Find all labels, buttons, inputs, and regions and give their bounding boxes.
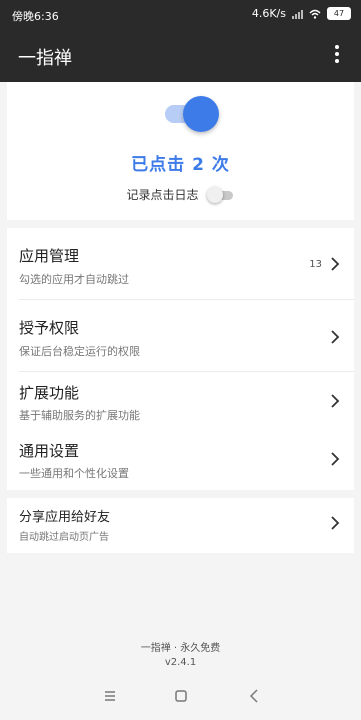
share-card[interactable]: 分享应用给好友 自动跳过启动页广告 [7,498,354,553]
menu-item-subtitle: 一些通用和个性化设置 [19,467,129,480]
menu-item-title: 应用管理 [19,247,80,265]
signal-icon [292,9,303,19]
app-count-badge: 13 [309,259,322,270]
menu-item-subtitle: 基于辅助服务的扩展功能 [19,409,140,422]
chevron-right-icon [331,452,340,466]
service-card: 已点击 2 次 记录点击日志 [7,82,354,220]
chevron-right-icon [331,516,340,530]
footer-tagline: 一指禅 · 永久免费 [140,643,221,654]
share-subtitle: 自动跳过启动页广告 [19,532,109,543]
app-bar: 一指禅 [0,30,361,82]
menu-icon[interactable] [100,686,120,706]
log-label: 记录点击日志 [126,188,199,202]
menu-item-app-management[interactable]: 应用管理 勾选的应用才自动跳过 13 [7,228,354,298]
system-nav-bar [0,672,361,720]
battery-icon: 47 [327,7,351,20]
home-icon[interactable] [171,686,191,706]
menu-item-general-settings[interactable]: 通用设置 一些通用和个性化设置 [7,432,354,490]
menu-list: 应用管理 勾选的应用才自动跳过 13 授予权限 保证后台稳定运行的权限 扩展功能… [7,228,354,490]
log-toggle[interactable] [206,186,235,203]
app-version: v2.4.1 [164,657,197,668]
menu-item-title: 通用设置 [19,442,80,460]
chevron-right-icon [331,394,340,408]
menu-item-subtitle: 勾选的应用才自动跳过 [19,273,129,286]
service-toggle[interactable] [159,96,223,132]
log-row: 记录点击日志 [7,186,354,203]
menu-item-permissions[interactable]: 授予权限 保证后台稳定运行的权限 [7,300,354,370]
app-title: 一指禅 [18,48,72,69]
app-footer: 一指禅 · 永久免费 v2.4.1 [0,642,361,670]
menu-item-title: 扩展功能 [19,384,80,402]
chevron-right-icon [331,257,340,271]
wifi-icon [309,9,321,19]
back-icon[interactable] [245,686,265,706]
menu-item-extensions[interactable]: 扩展功能 基于辅助服务的扩展功能 [7,372,354,432]
chevron-right-icon [331,330,340,344]
status-time: 傍晚6:36 [12,10,59,23]
share-title: 分享应用给好友 [19,510,111,525]
status-bar: 傍晚6:36 4.6K/s 47 [0,0,361,30]
network-speed: 4.6K/s [251,7,286,20]
menu-item-subtitle: 保证后台稳定运行的权限 [19,345,140,358]
more-vertical-icon[interactable] [325,42,349,70]
click-count: 已点击 2 次 [131,155,230,175]
menu-item-title: 授予权限 [19,319,80,337]
